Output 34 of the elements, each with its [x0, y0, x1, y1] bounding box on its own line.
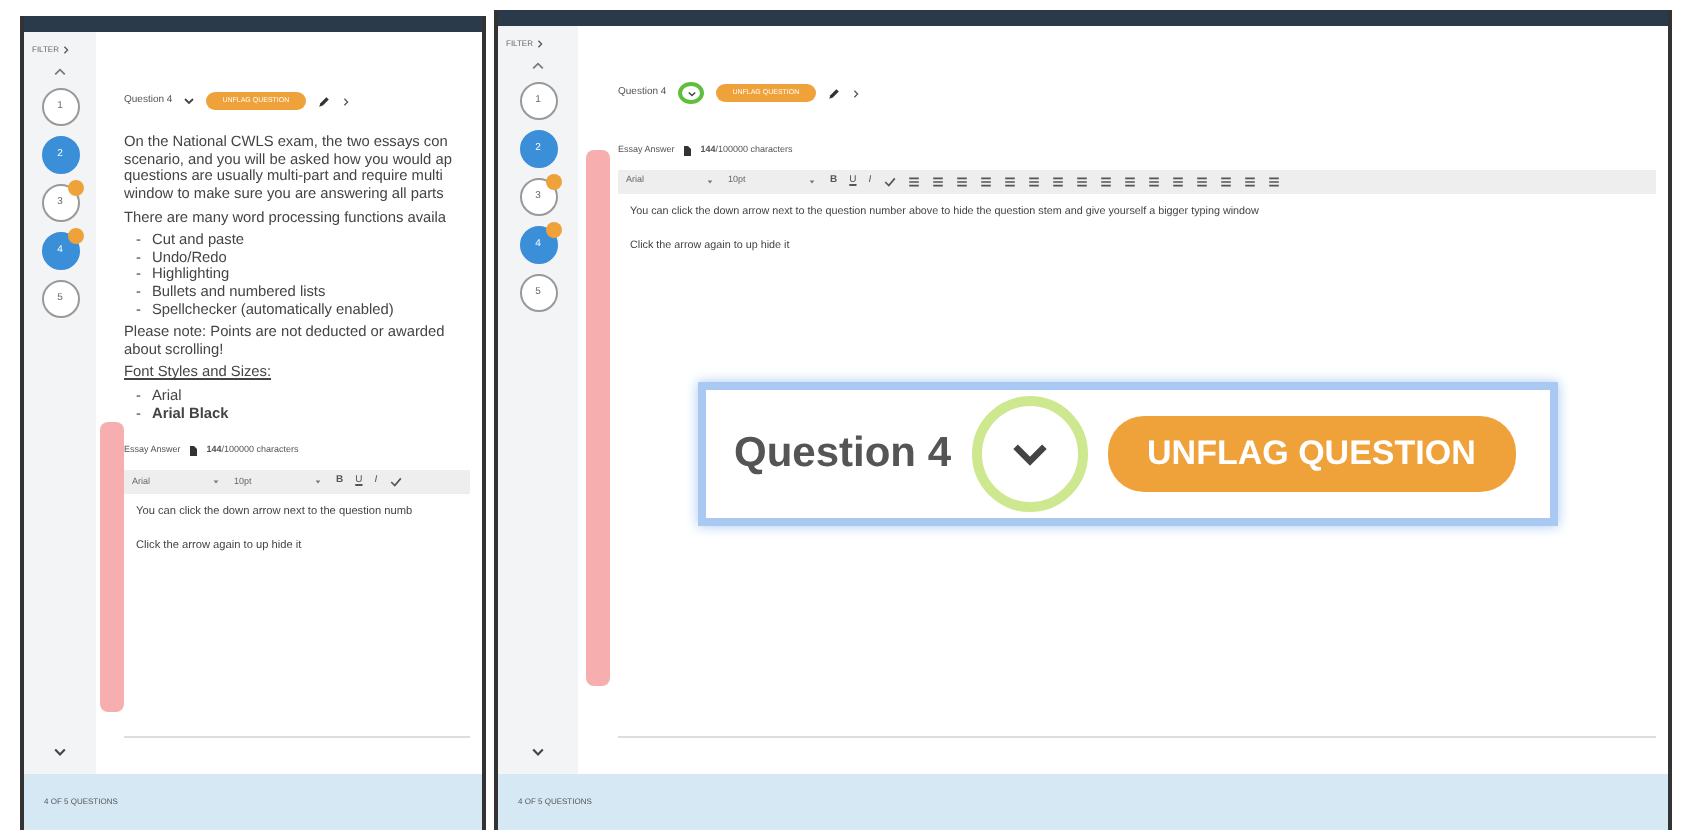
align-icon[interactable] [1051, 175, 1064, 188]
flag-badge [545, 222, 561, 238]
align-icon[interactable] [1195, 175, 1208, 188]
align-icon[interactable] [931, 175, 944, 188]
chevron-down-icon[interactable] [687, 89, 696, 97]
chevron-down-icon[interactable] [184, 96, 195, 107]
align-icon[interactable] [1123, 175, 1136, 188]
align-icon[interactable] [955, 175, 968, 188]
align-icon[interactable] [1075, 175, 1088, 188]
pencil-icon[interactable] [317, 95, 330, 108]
align-icon[interactable] [1027, 175, 1040, 188]
align-icon[interactable] [1147, 175, 1160, 188]
align-icon[interactable] [1003, 175, 1016, 188]
chevron-right-icon[interactable] [341, 97, 350, 106]
check-icon[interactable] [389, 475, 402, 488]
align-icon[interactable] [1219, 175, 1232, 188]
chevron-down-icon[interactable] [532, 746, 544, 758]
chevron-up-icon[interactable] [532, 60, 544, 72]
document-icon [682, 145, 693, 156]
align-icon[interactable] [979, 175, 992, 188]
align-icon[interactable] [1171, 175, 1184, 188]
flag-badge [545, 174, 561, 190]
question-title: Question 4 [734, 428, 952, 481]
flag-badge [67, 228, 83, 244]
align-icon[interactable] [1099, 175, 1112, 188]
align-icon[interactable] [1243, 175, 1256, 188]
document-icon [188, 446, 199, 457]
check-icon[interactable] [883, 175, 896, 188]
align-icon[interactable] [907, 175, 920, 188]
align-icon[interactable] [1267, 175, 1280, 188]
flag-badge [67, 180, 83, 196]
chevron-up-icon[interactable] [54, 66, 66, 78]
pencil-icon[interactable] [827, 87, 840, 99]
chevron-down-icon[interactable] [54, 746, 66, 758]
